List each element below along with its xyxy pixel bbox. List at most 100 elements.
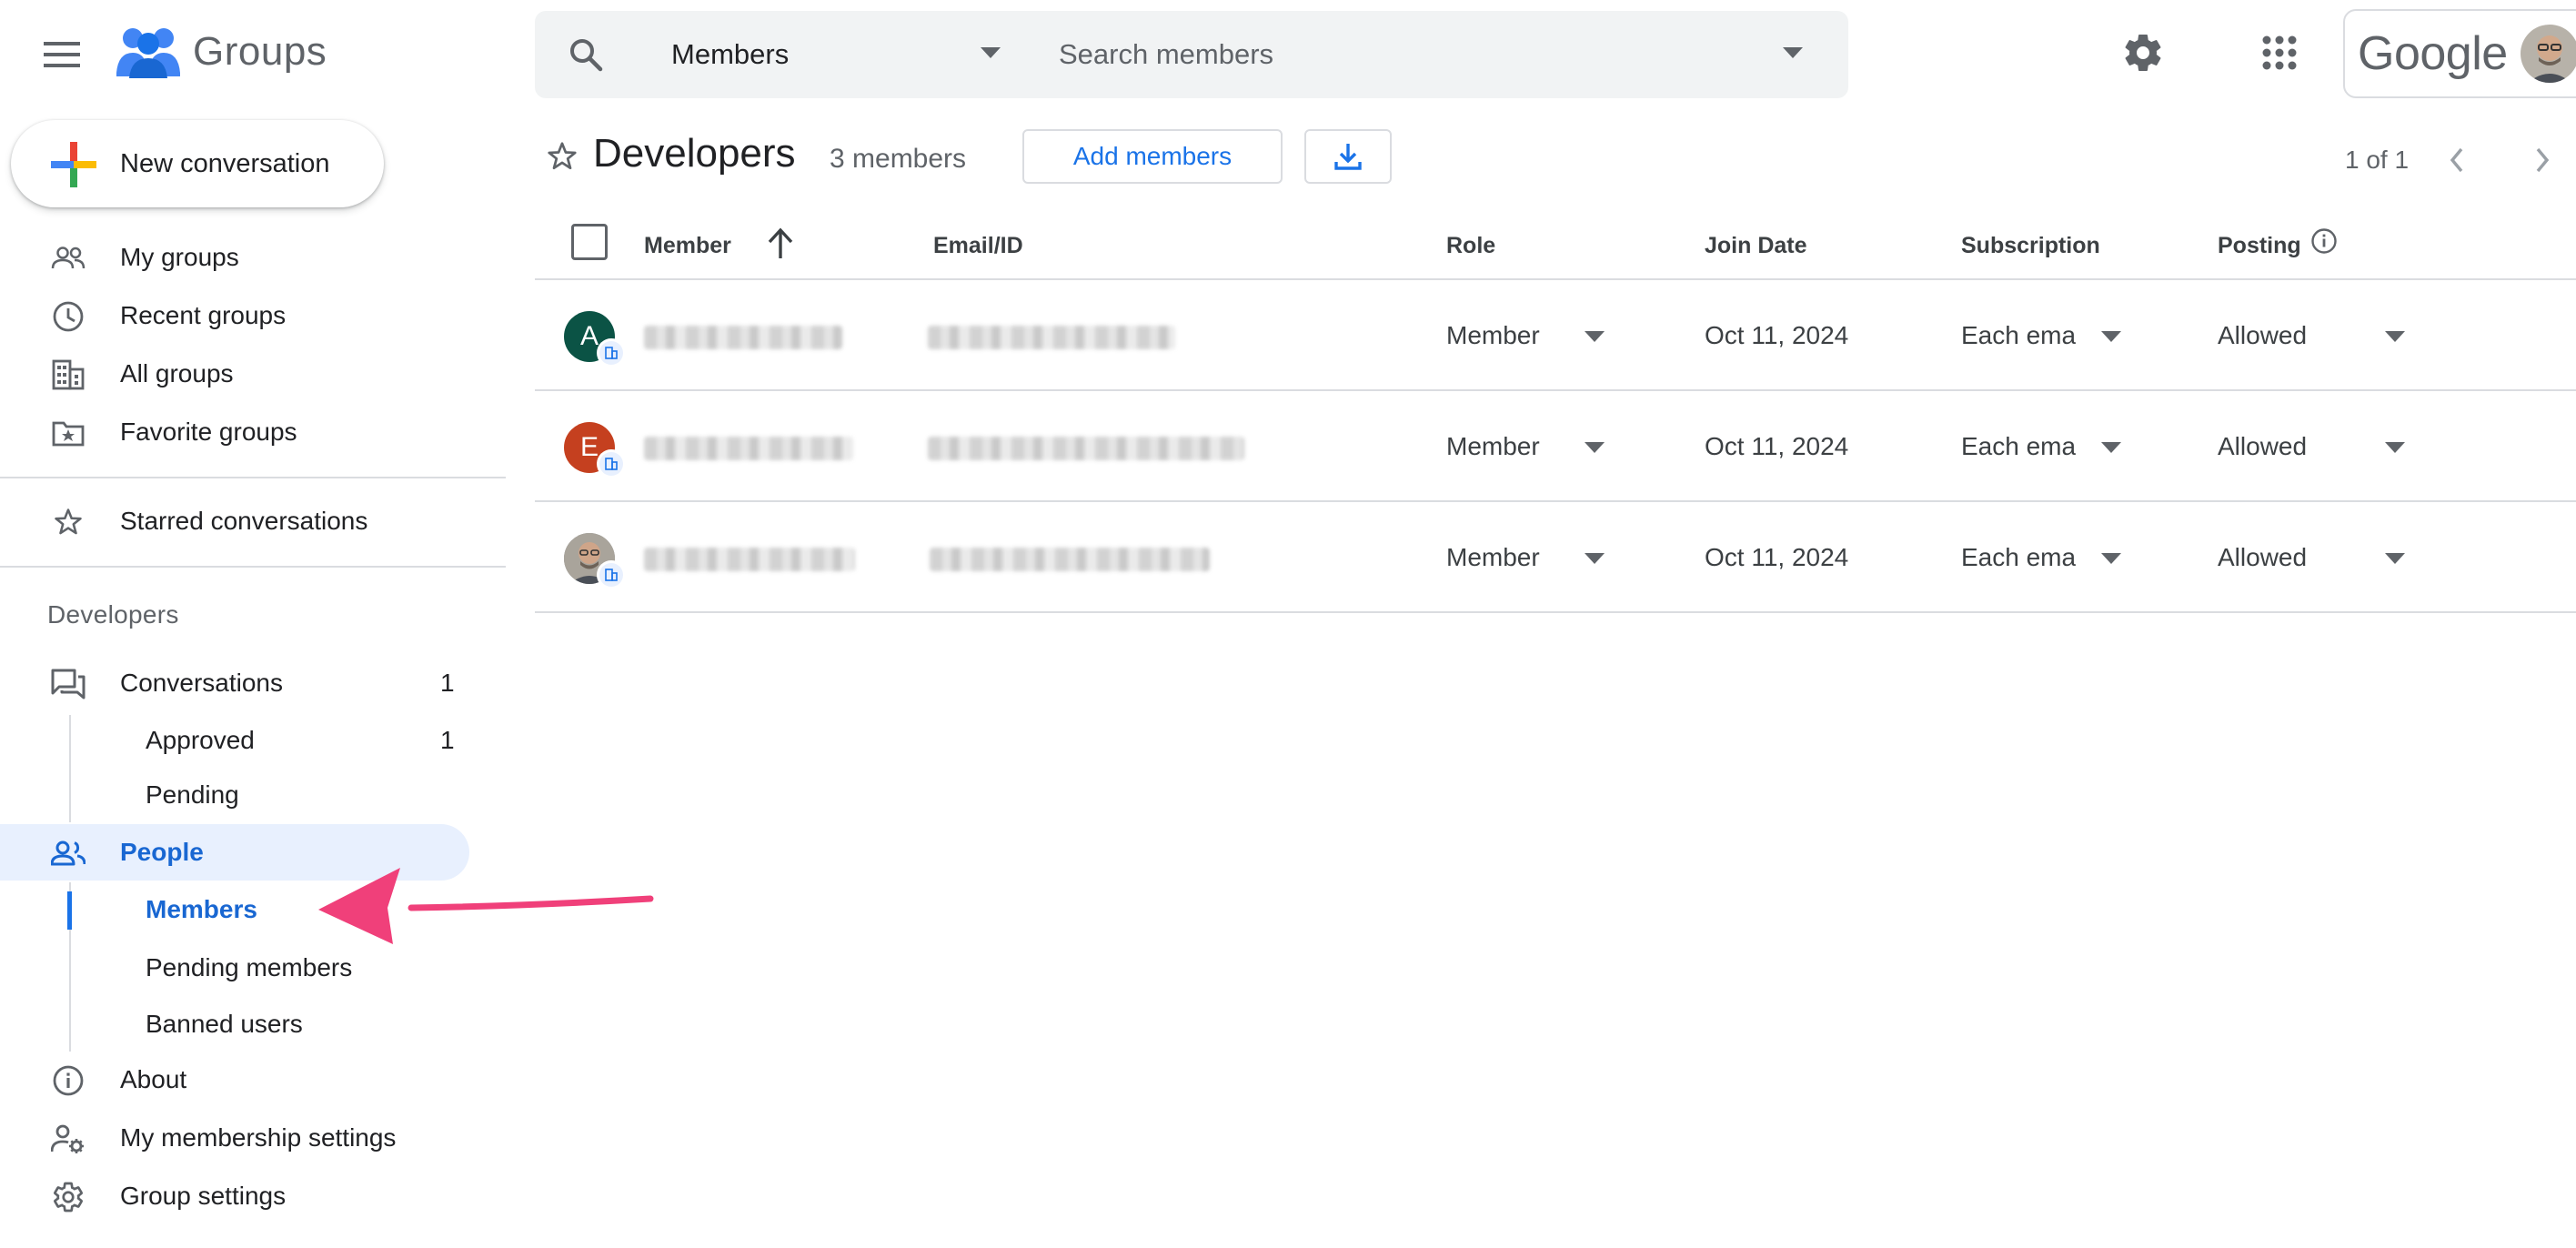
member-count: 3 members bbox=[830, 144, 967, 174]
star-outline-icon bbox=[548, 142, 577, 170]
export-members-button[interactable] bbox=[1304, 129, 1392, 184]
sidebar-item-label: Conversations bbox=[120, 669, 283, 697]
chevron-down-icon[interactable] bbox=[1585, 553, 1605, 564]
google-apps-button[interactable] bbox=[2261, 35, 2298, 71]
person-gear-icon bbox=[51, 1122, 86, 1156]
posting-select[interactable]: Allowed bbox=[2218, 502, 2307, 613]
chevron-down-icon[interactable] bbox=[2385, 553, 2405, 564]
conversations-count: 1 bbox=[440, 669, 455, 697]
forum-icon bbox=[51, 667, 86, 701]
hamburger-icon bbox=[44, 42, 80, 67]
subscription-select[interactable]: Each ema bbox=[1961, 391, 2076, 502]
chevron-down-icon[interactable] bbox=[2101, 442, 2121, 453]
next-page-button[interactable] bbox=[2529, 144, 2556, 176]
sidebar-item-group-settings[interactable]: Group settings bbox=[0, 1168, 473, 1224]
sidebar-item-membership-settings[interactable]: My membership settings bbox=[0, 1110, 473, 1166]
sidebar-divider bbox=[0, 566, 506, 568]
search-input[interactable] bbox=[1059, 11, 1768, 98]
search-bar: Members bbox=[535, 11, 1848, 98]
column-header-join-date[interactable]: Join Date bbox=[1705, 211, 1807, 280]
sidebar-item-all-groups[interactable]: All groups bbox=[0, 346, 473, 402]
redacted-member-name bbox=[644, 437, 853, 460]
folder-star-icon bbox=[51, 416, 86, 450]
redacted-email bbox=[928, 326, 1175, 349]
people-outline-icon bbox=[51, 241, 86, 276]
gear-icon bbox=[51, 1180, 86, 1214]
search-options-icon[interactable] bbox=[1783, 47, 1803, 58]
sidebar-item-label: About bbox=[120, 1065, 187, 1093]
subscription-value: Each ema bbox=[1961, 321, 2077, 349]
page-title: Developers bbox=[593, 131, 796, 176]
role-value: Member bbox=[1446, 321, 1540, 349]
sidebar-item-pending[interactable]: Pending bbox=[0, 768, 473, 822]
posting-select[interactable]: Allowed bbox=[2218, 391, 2307, 502]
main-menu-button[interactable] bbox=[35, 31, 89, 78]
group-section-heading: Developers bbox=[47, 600, 179, 629]
star-outline-icon bbox=[51, 505, 86, 539]
posting-select[interactable]: Allowed bbox=[2218, 280, 2307, 391]
people-icon bbox=[51, 836, 86, 871]
search-scope-select[interactable]: Members bbox=[671, 11, 789, 98]
gear-icon bbox=[2125, 35, 2161, 71]
chevron-down-icon[interactable] bbox=[2385, 442, 2405, 453]
building-icon bbox=[51, 357, 86, 392]
sidebar-item-approved[interactable]: Approved 1 bbox=[0, 713, 473, 768]
join-date: Oct 11, 2024 bbox=[1705, 543, 1849, 571]
subscription-select[interactable]: Each ema bbox=[1961, 502, 2076, 613]
sidebar-item-about[interactable]: About bbox=[0, 1052, 473, 1108]
chevron-down-icon[interactable] bbox=[2101, 331, 2121, 342]
table-row[interactable]: A Member Oct 11, 2024 Each ema Allowed bbox=[535, 280, 2576, 391]
sidebar-item-label: All groups bbox=[120, 359, 234, 387]
column-header-role[interactable]: Role bbox=[1446, 211, 1495, 280]
posting-info-icon[interactable] bbox=[2310, 227, 2338, 255]
account-avatar bbox=[2520, 25, 2576, 83]
role-value: Member bbox=[1446, 432, 1540, 460]
sidebar-item-my-groups[interactable]: My groups bbox=[0, 229, 473, 286]
settings-button[interactable] bbox=[2121, 31, 2165, 75]
subscription-value: Each ema bbox=[1961, 543, 2077, 571]
previous-page-button[interactable] bbox=[2443, 144, 2470, 176]
chevron-down-icon[interactable] bbox=[2101, 553, 2121, 564]
sidebar-item-banned-users[interactable]: Banned users bbox=[0, 997, 473, 1052]
clock-icon bbox=[51, 299, 86, 334]
sidebar-item-label: Starred conversations bbox=[120, 507, 368, 535]
column-header-subscription[interactable]: Subscription bbox=[1961, 211, 2100, 280]
search-button[interactable] bbox=[568, 36, 604, 73]
approved-count: 1 bbox=[440, 726, 455, 754]
account-switcher[interactable]: Google bbox=[2343, 9, 2576, 98]
sidebar-item-favorite-groups[interactable]: Favorite groups bbox=[0, 404, 473, 460]
column-header-email[interactable]: Email/ID bbox=[933, 211, 1023, 280]
chevron-left-icon bbox=[2450, 147, 2463, 173]
role-select[interactable]: Member bbox=[1446, 280, 1540, 391]
role-value: Member bbox=[1446, 543, 1540, 571]
app-name: Groups bbox=[193, 29, 327, 74]
sidebar-item-recent-groups[interactable]: Recent groups bbox=[0, 287, 473, 344]
sidebar-item-label: Recent groups bbox=[120, 301, 287, 329]
chevron-down-icon[interactable] bbox=[1585, 331, 1605, 342]
apps-grid-icon bbox=[2262, 35, 2297, 70]
column-header-posting[interactable]: Posting bbox=[2218, 211, 2301, 280]
groups-logo-icon bbox=[116, 28, 180, 78]
subscription-select[interactable]: Each ema bbox=[1961, 280, 2076, 391]
sidebar-item-starred-conversations[interactable]: Starred conversations bbox=[0, 493, 473, 549]
select-all-checkbox[interactable] bbox=[571, 224, 608, 260]
column-header-member[interactable]: Member bbox=[644, 211, 731, 280]
add-members-button[interactable]: Add members bbox=[1022, 129, 1283, 184]
sidebar-item-label: Banned users bbox=[146, 1010, 303, 1038]
join-date: Oct 11, 2024 bbox=[1705, 432, 1849, 460]
favorite-group-button[interactable] bbox=[546, 140, 579, 173]
table-row[interactable]: E Member Oct 11, 2024 Each ema Allowed bbox=[535, 391, 2576, 502]
table-row[interactable]: Member Oct 11, 2024 Each ema Allowed bbox=[535, 502, 2576, 613]
sidebar-item-label: Pending members bbox=[146, 953, 353, 981]
redacted-member-name bbox=[644, 326, 842, 349]
sidebar-item-conversations[interactable]: Conversations 1 bbox=[0, 655, 473, 711]
role-select[interactable]: Member bbox=[1446, 391, 1540, 502]
scope-dropdown-icon[interactable] bbox=[981, 47, 1001, 58]
new-conversation-button[interactable]: New conversation bbox=[11, 120, 384, 207]
groups-logo[interactable]: Groups bbox=[116, 25, 327, 78]
chevron-down-icon[interactable] bbox=[2385, 331, 2405, 342]
sort-ascending-icon[interactable] bbox=[764, 226, 797, 262]
redacted-email bbox=[928, 437, 1244, 460]
role-select[interactable]: Member bbox=[1446, 502, 1540, 613]
chevron-down-icon[interactable] bbox=[1585, 442, 1605, 453]
